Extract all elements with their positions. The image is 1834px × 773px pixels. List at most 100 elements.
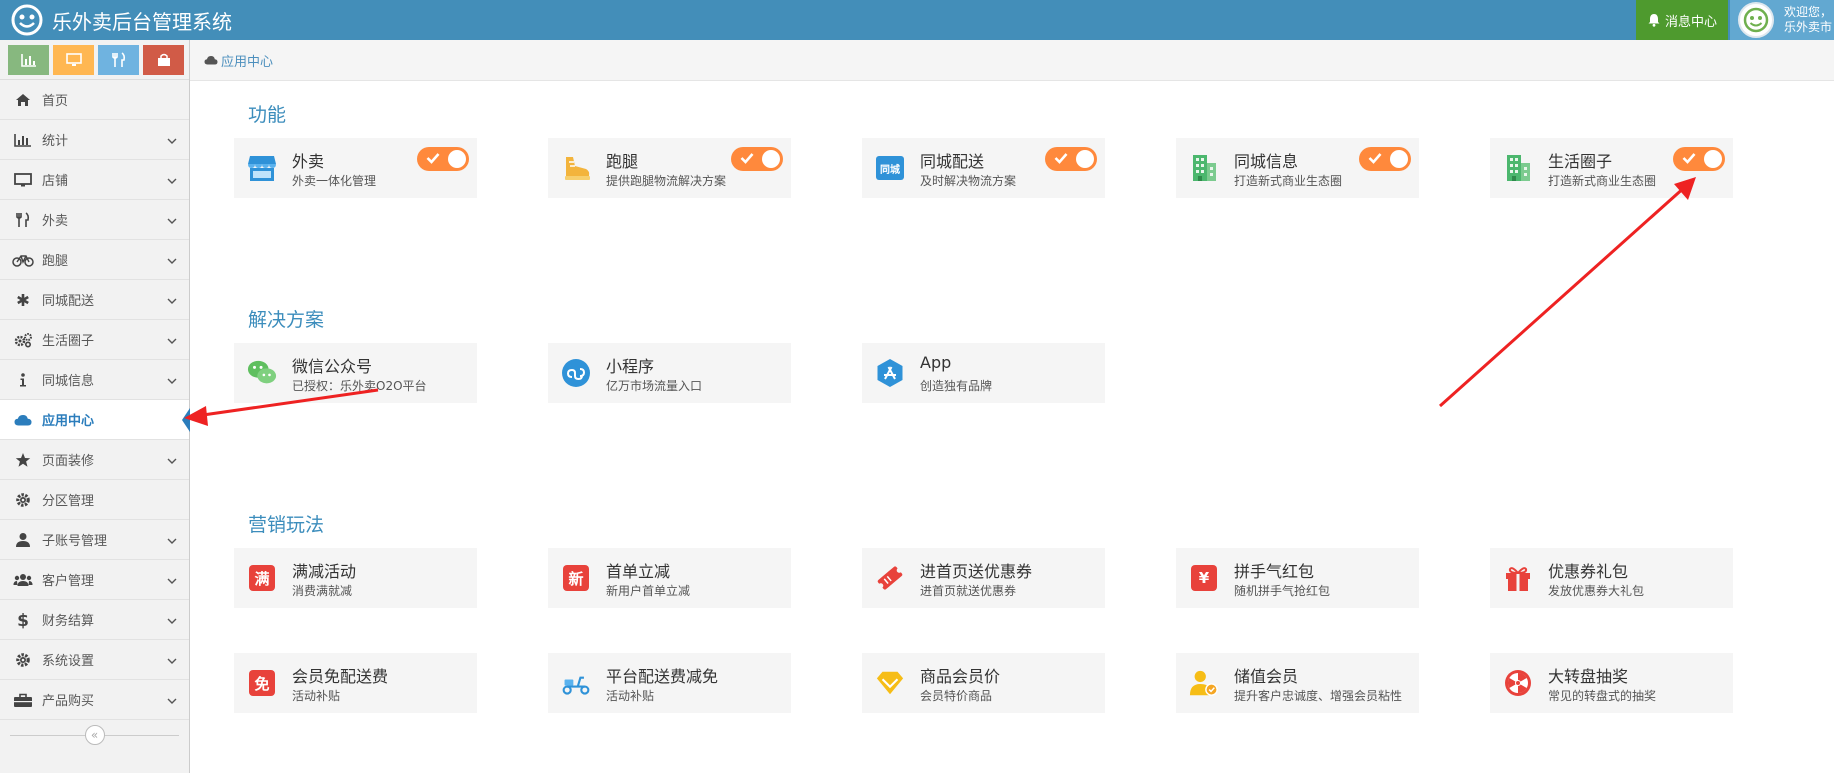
sidebar-item-8[interactable]: 应用中心 bbox=[0, 400, 190, 440]
app-card[interactable]: 大转盘抽奖常见的转盘式的抽奖 bbox=[1490, 653, 1733, 713]
shortcut-purchase[interactable] bbox=[143, 44, 184, 75]
info-icon bbox=[12, 371, 34, 389]
shortcut-stats[interactable] bbox=[8, 44, 49, 75]
sidebar-item-4[interactable]: 跑腿 bbox=[0, 240, 189, 280]
app-card-name: 拼手气红包 bbox=[1234, 562, 1315, 581]
cog-icon bbox=[12, 651, 34, 669]
app-card-desc: 打造新式商业生态圈 bbox=[1234, 174, 1343, 188]
app-card-desc: 消费满就减 bbox=[292, 584, 353, 598]
toggle-knob bbox=[762, 150, 780, 168]
sidebar-item-label: 产品购买 bbox=[42, 694, 95, 709]
app-store-icon bbox=[875, 358, 905, 388]
app-card-name: 进首页送优惠券 bbox=[920, 562, 1033, 581]
sidebar-item-1[interactable]: 统计 bbox=[0, 120, 189, 160]
breadcrumb-current[interactable]: 应用中心 bbox=[221, 51, 273, 70]
user-menu[interactable]: 欢迎您， 乐外卖市 bbox=[1730, 0, 1834, 40]
enable-toggle[interactable] bbox=[417, 147, 469, 171]
sidebar-item-label: 外卖 bbox=[42, 214, 69, 229]
check-icon bbox=[426, 153, 440, 164]
app-card-name: 会员免配送费 bbox=[292, 667, 389, 686]
new-user-icon: 新 bbox=[561, 563, 591, 593]
app-card-desc: 活动补贴 bbox=[606, 689, 655, 703]
app-card-desc: 外卖一体化管理 bbox=[292, 174, 377, 188]
app-card[interactable]: 免 会员免配送费 活动补贴 bbox=[234, 653, 477, 713]
app-card[interactable]: 同城信息打造新式商业生态圈 bbox=[1176, 138, 1419, 198]
sidebar-item-7[interactable]: 同城信息 bbox=[0, 360, 189, 400]
app-card[interactable]: App 创造独有品牌 bbox=[862, 343, 1105, 403]
cloud-icon bbox=[12, 411, 34, 429]
sidebar-item-14[interactable]: 系统设置 bbox=[0, 640, 189, 680]
breadcrumb: 应用中心 bbox=[190, 40, 1834, 81]
app-card-desc: 活动补贴 bbox=[292, 689, 341, 703]
sidebar-item-label: 同城信息 bbox=[42, 374, 95, 389]
app-card-name: 优惠券礼包 bbox=[1548, 562, 1629, 581]
sidebar-item-3[interactable]: 外卖 bbox=[0, 200, 189, 240]
user-info: 欢迎您， 乐外卖市 bbox=[1784, 5, 1832, 35]
enable-toggle[interactable] bbox=[731, 147, 783, 171]
sidebar-item-2[interactable]: 店铺 bbox=[0, 160, 189, 200]
app-card[interactable]: 优惠券礼包 发放优惠券大礼包 bbox=[1490, 548, 1733, 608]
toggle-knob bbox=[448, 150, 466, 168]
shortcut-store[interactable] bbox=[53, 44, 94, 75]
app-card[interactable]: 外卖 外卖一体化管理 bbox=[234, 138, 477, 198]
chevron-down-icon bbox=[167, 134, 177, 149]
app-card-name: 首单立减 bbox=[606, 562, 671, 581]
brand[interactable]: 乐外卖后台管理系统 bbox=[10, 0, 232, 40]
chevron-down-icon bbox=[167, 574, 177, 589]
sidebar-item-6[interactable]: 生活圈子 bbox=[0, 320, 189, 360]
sidebar-item-10[interactable]: 分区管理 bbox=[0, 480, 189, 520]
sidebar-item-9[interactable]: 页面装修 bbox=[0, 440, 189, 480]
chevron-down-icon bbox=[167, 454, 177, 469]
sidebar-item-12[interactable]: 客户管理 bbox=[0, 560, 189, 600]
app-card[interactable]: 满 满减活动 消费满就减 bbox=[234, 548, 477, 608]
sidebar-item-13[interactable]: $ 财务结算 bbox=[0, 600, 189, 640]
desktop-icon bbox=[65, 52, 82, 66]
avatar bbox=[1738, 2, 1774, 38]
enable-toggle[interactable] bbox=[1359, 147, 1411, 171]
chevron-down-icon bbox=[167, 374, 177, 389]
wheel-icon bbox=[1503, 668, 1533, 698]
chevron-down-icon bbox=[167, 294, 177, 309]
section-title-features: 功能 bbox=[248, 104, 287, 126]
chevron-down-icon bbox=[167, 654, 177, 669]
app-card[interactable]: 微信公众号 已授权：乐外卖O2O平台 bbox=[234, 343, 477, 403]
sidebar-item-15[interactable]: 产品购买 bbox=[0, 680, 189, 720]
cloud-icon bbox=[204, 55, 218, 65]
sidebar-item-label: 系统设置 bbox=[42, 654, 95, 669]
sidebar-item-label: 子账号管理 bbox=[42, 534, 108, 549]
app-card[interactable]: 商品会员价 会员特价商品 bbox=[862, 653, 1105, 713]
sidebar-item-label: 店铺 bbox=[42, 174, 69, 189]
sidebar-collapse-button[interactable]: « bbox=[84, 725, 105, 745]
app-card[interactable]: 新 首单立减 新用户首单立减 bbox=[548, 548, 791, 608]
chevron-down-icon bbox=[167, 254, 177, 269]
welcome-text: 欢迎您， bbox=[1784, 5, 1833, 19]
app-card[interactable]: 储值会员 提升客户忠诚度、增强会员粘性 bbox=[1176, 653, 1419, 713]
app-card-name: 跑腿 bbox=[606, 152, 639, 171]
app-card[interactable]: 同城 同城配送 及时解决物流方案 bbox=[862, 138, 1105, 198]
icon-glyph: ¥ bbox=[1198, 569, 1210, 587]
app-card[interactable]: 跑腿 提供跑腿物流解决方案 bbox=[548, 138, 791, 198]
app-card-desc: 会员特价商品 bbox=[920, 689, 993, 703]
app-card-name: 生活圈子 bbox=[1548, 152, 1613, 171]
app-card[interactable]: 小程序 亿万市场流量入口 bbox=[548, 343, 791, 403]
app-card-desc: 常见的转盘式的抽奖 bbox=[1548, 689, 1657, 703]
enable-toggle[interactable] bbox=[1673, 147, 1725, 171]
enable-toggle[interactable] bbox=[1045, 147, 1097, 171]
sidebar-item-0[interactable]: 首页 bbox=[0, 80, 189, 120]
app-card-name: 平台配送费减免 bbox=[606, 667, 719, 686]
app-card[interactable]: ¥ 拼手气红包 随机拼手气抢红包 bbox=[1176, 548, 1419, 608]
sidebar-item-label: 分区管理 bbox=[42, 494, 95, 509]
message-center-button[interactable]: 消息中心 bbox=[1636, 0, 1728, 40]
app-card-name: 大转盘抽奖 bbox=[1548, 667, 1629, 686]
app-card-name: 同城信息 bbox=[1234, 152, 1299, 171]
sidebar-shortcuts bbox=[0, 40, 189, 80]
app-card-name: App bbox=[920, 353, 952, 372]
app-card[interactable]: 进首页送优惠券 进首页就送优惠券 bbox=[862, 548, 1105, 608]
app-title: 乐外卖后台管理系统 bbox=[52, 9, 232, 34]
sidebar-item-11[interactable]: 子账号管理 bbox=[0, 520, 189, 560]
sidebar-item-5[interactable]: 同城配送 bbox=[0, 280, 189, 320]
shortcut-takeout[interactable] bbox=[98, 44, 139, 75]
app-card[interactable]: 生活圈子 打造新式商业生态圈 bbox=[1490, 138, 1733, 198]
sidebar-item-label: 跑腿 bbox=[42, 254, 69, 269]
app-card[interactable]: 平台配送费减免活动补贴 bbox=[548, 653, 791, 713]
